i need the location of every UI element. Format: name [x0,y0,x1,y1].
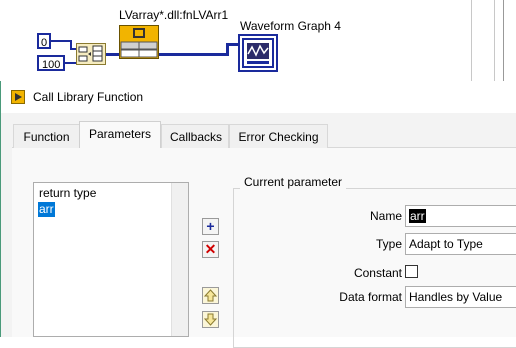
call-library-function-node[interactable] [119,25,159,59]
remove-parameter-button[interactable]: ✕ [202,241,219,258]
add-parameter-button[interactable]: + [202,218,219,235]
list-item-arr[interactable]: arr [38,202,55,217]
array-wire [159,53,227,56]
current-parameter-title: Current parameter [240,175,347,189]
numeric-constant-zero[interactable]: 0 [37,33,51,49]
waveform-graph-icon [242,38,274,68]
arrow-down-icon [203,313,218,326]
dialog-titlebar[interactable]: Call Library Function [1,81,516,113]
dll-node-label: LVarray*.dll:fnLVArr1 [119,8,229,22]
tab-parameters[interactable]: Parameters [79,121,161,148]
constant-label: Constant [353,266,402,280]
diagram-divider [471,0,472,85]
name-label: Name [369,209,402,223]
tab-function[interactable]: Function [13,124,80,148]
waveform-graph-label: Waveform Graph 4 [240,19,341,33]
tab-callbacks[interactable]: Callbacks [161,124,229,148]
move-down-button[interactable] [202,311,219,328]
initialize-array-node[interactable] [76,43,106,65]
list-item-return-type[interactable]: return type [38,186,97,201]
close-icon: ✕ [204,241,217,257]
block-diagram[interactable]: 0 100 LVarray*.dll:fnLVArr1 Waveform Gra… [0,0,516,85]
diagram-divider [503,0,504,85]
initialize-array-icon [78,45,103,62]
constant-checkbox[interactable] [405,265,418,278]
waveform-graph-terminal[interactable] [238,34,278,72]
dll-icon [120,28,158,58]
plus-icon: + [206,218,215,234]
arrow-up-icon [203,289,218,302]
parameters-list[interactable]: return type arr [33,182,189,337]
dialog-title: Call Library Function [33,90,144,104]
numeric-constant-hundred[interactable]: 100 [37,55,65,71]
data-format-label: Data format [339,290,402,304]
name-field[interactable]: arr [405,205,516,227]
diagram-divider [494,0,495,85]
wire [51,40,71,42]
list-scrollbar[interactable] [171,183,188,336]
array-wire [106,53,120,56]
tab-error-checking[interactable]: Error Checking [229,124,328,148]
move-up-button[interactable] [202,287,219,304]
name-value: arr [409,209,426,223]
labview-app-icon [11,90,25,104]
type-select[interactable]: Adapt to Type [405,233,516,255]
type-label: Type [375,237,402,251]
data-format-select[interactable]: Handles by Value [405,286,516,308]
